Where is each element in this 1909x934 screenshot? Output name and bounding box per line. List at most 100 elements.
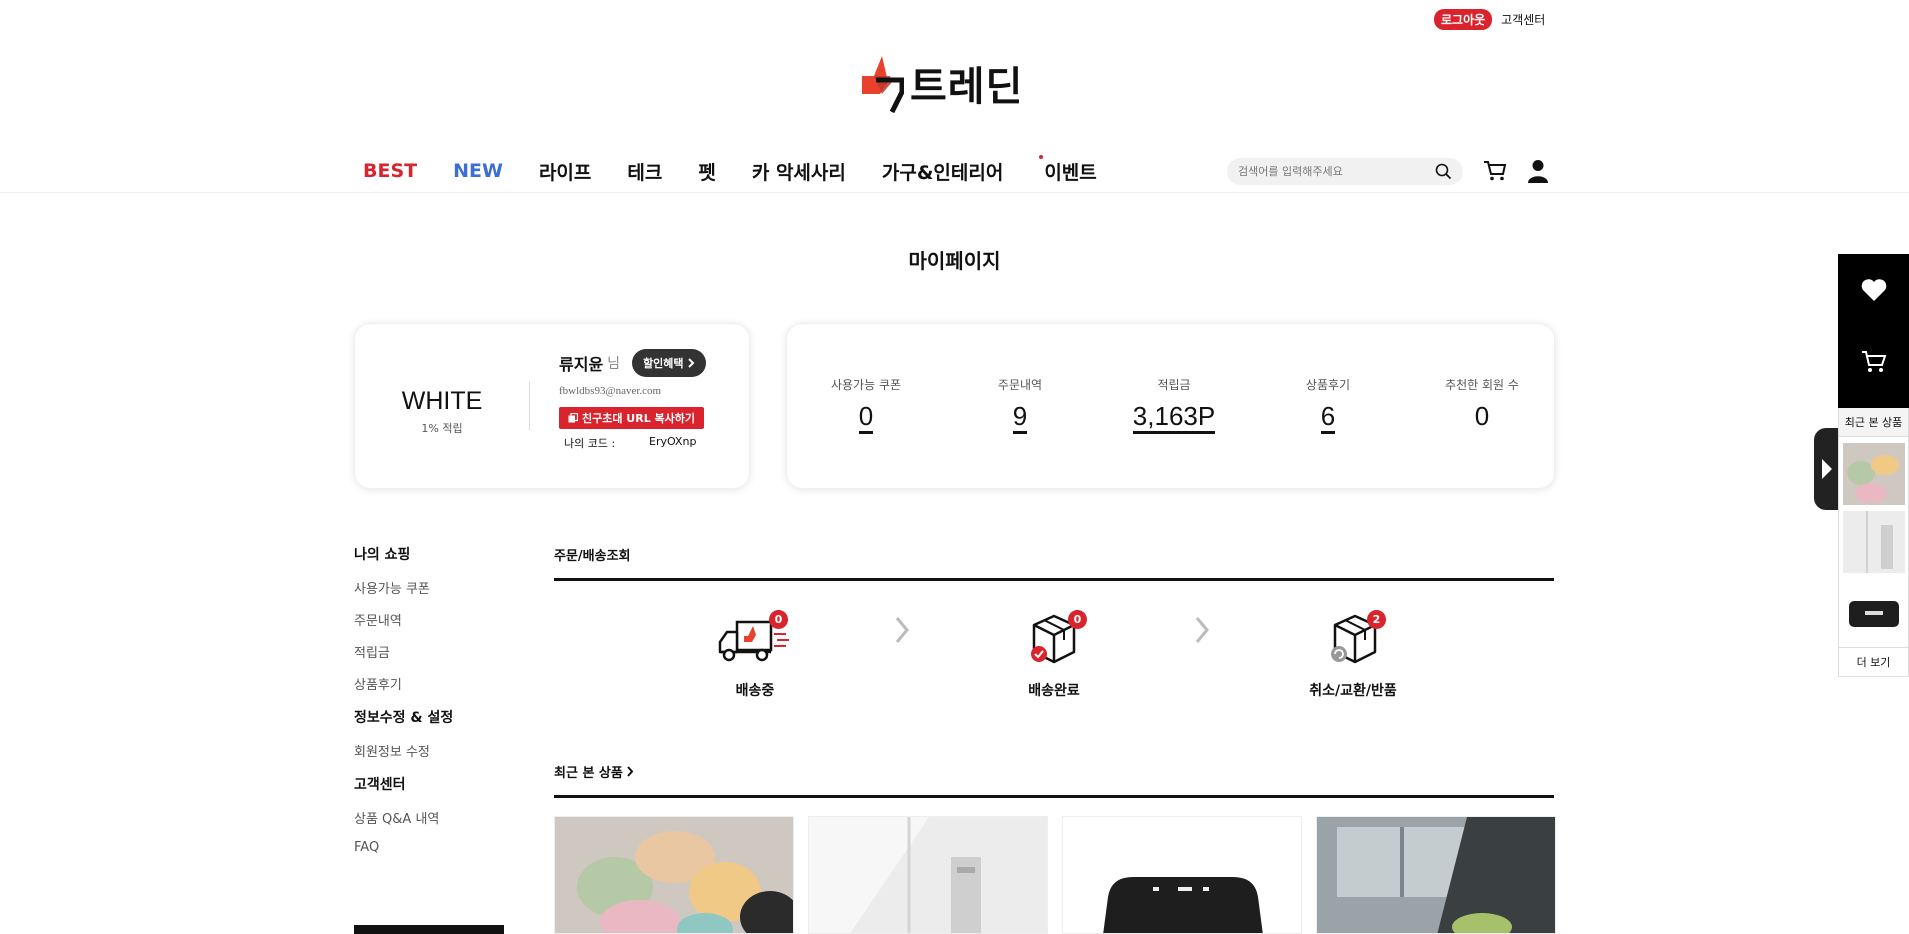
recent-product-card[interactable] bbox=[808, 816, 1048, 934]
stat-label: 주문내역 bbox=[997, 378, 1043, 392]
product-image-clock bbox=[1063, 817, 1301, 933]
recent-section-line bbox=[554, 795, 1554, 798]
site-logo[interactable]: 트레딘 bbox=[862, 52, 1023, 114]
logo-mark-icon bbox=[862, 56, 904, 114]
stats-card: 사용가능 쿠폰 0 주문내역 9 적립금 3,163P 상품후기 6 추천한 회… bbox=[786, 323, 1555, 489]
nav-tech[interactable]: 테크 bbox=[627, 158, 662, 185]
order-step-cancel-return[interactable]: 2 취소/교환/반품 bbox=[1273, 610, 1433, 700]
top-links: 로그아웃 고객센터 bbox=[1434, 9, 1545, 30]
customer-center-link[interactable]: 고객센터 bbox=[1501, 11, 1545, 28]
chevron-right-icon bbox=[627, 766, 634, 777]
logout-button[interactable]: 로그아웃 bbox=[1434, 9, 1493, 30]
referral-code-row: 나의 코드 : EryOXnp bbox=[559, 435, 706, 451]
stat-label: 추천한 회원 수 bbox=[1445, 378, 1519, 392]
nav-event-label: 이벤트 bbox=[1044, 161, 1097, 184]
invite-url-label: 친구초대 URL 복사하기 bbox=[582, 412, 696, 425]
quick-recent-products: 최근 본 상품 더 보기 bbox=[1838, 408, 1909, 677]
nav-life[interactable]: 라이프 bbox=[539, 158, 591, 185]
nav-furniture[interactable]: 가구&인테리어 bbox=[882, 158, 1003, 185]
stat-value: 6 bbox=[1320, 402, 1336, 434]
new-dot-icon bbox=[1039, 154, 1044, 159]
stat-label: 상품후기 bbox=[1305, 378, 1351, 392]
heart-icon bbox=[1861, 279, 1886, 301]
order-step-shipping[interactable]: 0 배송중 bbox=[675, 610, 835, 700]
thumb-image-slippers bbox=[1842, 443, 1905, 505]
user-name-suffix: 님 bbox=[607, 356, 621, 372]
grade-name: WHITE bbox=[401, 387, 483, 415]
main-nav: BEST NEW 라이프 테크 펫 카 악세사리 가구&인테리어 이벤트 bbox=[363, 154, 1133, 186]
sidebar-group-support: 고객센터 상품 Q&A 내역 FAQ bbox=[354, 774, 504, 855]
order-section-title: 주문/배송조회 bbox=[554, 549, 631, 564]
stat-value: 0 bbox=[1474, 401, 1490, 431]
profile-card: WHITE 1% 적립 류지윤 님 할인혜택 fbwldbs93@naver.c… bbox=[354, 323, 750, 489]
cancel-return-count-badge: 2 bbox=[1367, 610, 1386, 629]
nav-event[interactable]: 이벤트 bbox=[1039, 154, 1097, 185]
nav-car-accessory[interactable]: 카 악세사리 bbox=[752, 158, 846, 185]
cart-icon[interactable] bbox=[1483, 160, 1507, 182]
recent-product-card[interactable] bbox=[1316, 816, 1556, 934]
referral-code-value: EryOXnp bbox=[649, 435, 697, 448]
sidebar-item-faq[interactable]: FAQ bbox=[354, 840, 504, 855]
product-image-car bbox=[1317, 817, 1555, 933]
sidebar-item-points[interactable]: 적립금 bbox=[354, 642, 504, 661]
sidebar-item-edit-profile[interactable]: 회원정보 수정 bbox=[354, 741, 504, 760]
stat-orders[interactable]: 주문내역 9 bbox=[955, 376, 1085, 434]
stat-label: 사용가능 쿠폰 bbox=[830, 378, 902, 392]
header-divider bbox=[0, 192, 1909, 193]
chevron-right-icon bbox=[1195, 617, 1209, 643]
logo-text: 트레딘 bbox=[910, 64, 1024, 110]
grade-block: WHITE 1% 적립 bbox=[355, 387, 529, 436]
recent-product-card[interactable] bbox=[1062, 816, 1302, 934]
grade-rate: 1% 적립 bbox=[421, 422, 463, 435]
quick-recent-thumb[interactable] bbox=[1842, 579, 1905, 641]
stat-reviews[interactable]: 상품후기 6 bbox=[1263, 376, 1393, 434]
search-box bbox=[1227, 158, 1463, 185]
search-input[interactable] bbox=[1238, 165, 1435, 178]
sidebar-item-reviews[interactable]: 상품후기 bbox=[354, 674, 504, 693]
side-panel-toggle[interactable] bbox=[1814, 428, 1840, 510]
quick-recent-thumb[interactable] bbox=[1842, 511, 1905, 573]
chevron-right-icon bbox=[687, 358, 694, 368]
sidebar-heading: 나의 쇼핑 bbox=[354, 547, 411, 563]
order-step-label: 배송중 bbox=[735, 683, 775, 699]
product-image-shelf bbox=[809, 817, 1047, 933]
recent-products-title[interactable]: 최근 본 상품 bbox=[554, 762, 634, 781]
order-step-label: 배송완료 bbox=[1028, 683, 1080, 699]
stat-points[interactable]: 적립금 3,163P bbox=[1109, 376, 1239, 434]
sidebar-banner[interactable] bbox=[354, 925, 504, 934]
nav-best[interactable]: BEST bbox=[363, 160, 417, 182]
nav-new[interactable]: NEW bbox=[453, 160, 503, 182]
page-title: 마이페이지 bbox=[908, 249, 1001, 273]
stat-referrals: 추천한 회원 수 0 bbox=[1417, 376, 1547, 431]
nav-pet[interactable]: 펫 bbox=[698, 158, 715, 185]
stat-coupons[interactable]: 사용가능 쿠폰 0 bbox=[801, 376, 931, 434]
sidebar-item-orders[interactable]: 주문내역 bbox=[354, 610, 504, 629]
quick-recent-title: 최근 본 상품 bbox=[1839, 408, 1908, 437]
right-quick-panel: 최근 본 상품 더 보기 bbox=[1838, 254, 1909, 677]
sidebar-group-settings: 정보수정 & 설정 회원정보 수정 bbox=[354, 707, 504, 760]
stat-value: 3,163P bbox=[1132, 402, 1216, 434]
invite-url-copy-button[interactable]: 친구초대 URL 복사하기 bbox=[559, 407, 705, 429]
search-icon[interactable] bbox=[1435, 163, 1452, 180]
sidebar-item-coupons[interactable]: 사용가능 쿠폰 bbox=[354, 578, 504, 597]
stat-label: 적립금 bbox=[1157, 378, 1191, 392]
benefit-button[interactable]: 할인혜택 bbox=[632, 349, 706, 377]
user-icon[interactable] bbox=[1528, 159, 1548, 183]
quick-recent-thumb[interactable] bbox=[1842, 443, 1905, 505]
quick-cart-button[interactable] bbox=[1838, 326, 1909, 398]
order-step-label: 취소/교환/반품 bbox=[1309, 683, 1397, 699]
sidebar-heading: 정보수정 & 설정 bbox=[354, 710, 454, 726]
wishlist-button[interactable] bbox=[1838, 254, 1909, 326]
user-name: 류지윤 bbox=[559, 355, 604, 374]
thumb-image-clock bbox=[1842, 579, 1905, 641]
profile-divider bbox=[529, 382, 530, 430]
recent-product-card[interactable] bbox=[554, 816, 794, 934]
play-right-icon bbox=[1822, 459, 1832, 479]
sidebar-item-qna[interactable]: 상품 Q&A 내역 bbox=[354, 808, 504, 827]
order-step-delivered[interactable]: 0 배송완료 bbox=[974, 610, 1134, 700]
mypage-sidebar: 나의 쇼핑 사용가능 쿠폰 주문내역 적립금 상품후기 정보수정 & 설정 회원… bbox=[354, 544, 504, 869]
quick-recent-more-link[interactable]: 더 보기 bbox=[1839, 647, 1908, 676]
delivered-count-badge: 0 bbox=[1068, 610, 1087, 629]
recent-products-label: 최근 본 상품 bbox=[554, 766, 623, 781]
quick-panel-black bbox=[1838, 254, 1909, 408]
